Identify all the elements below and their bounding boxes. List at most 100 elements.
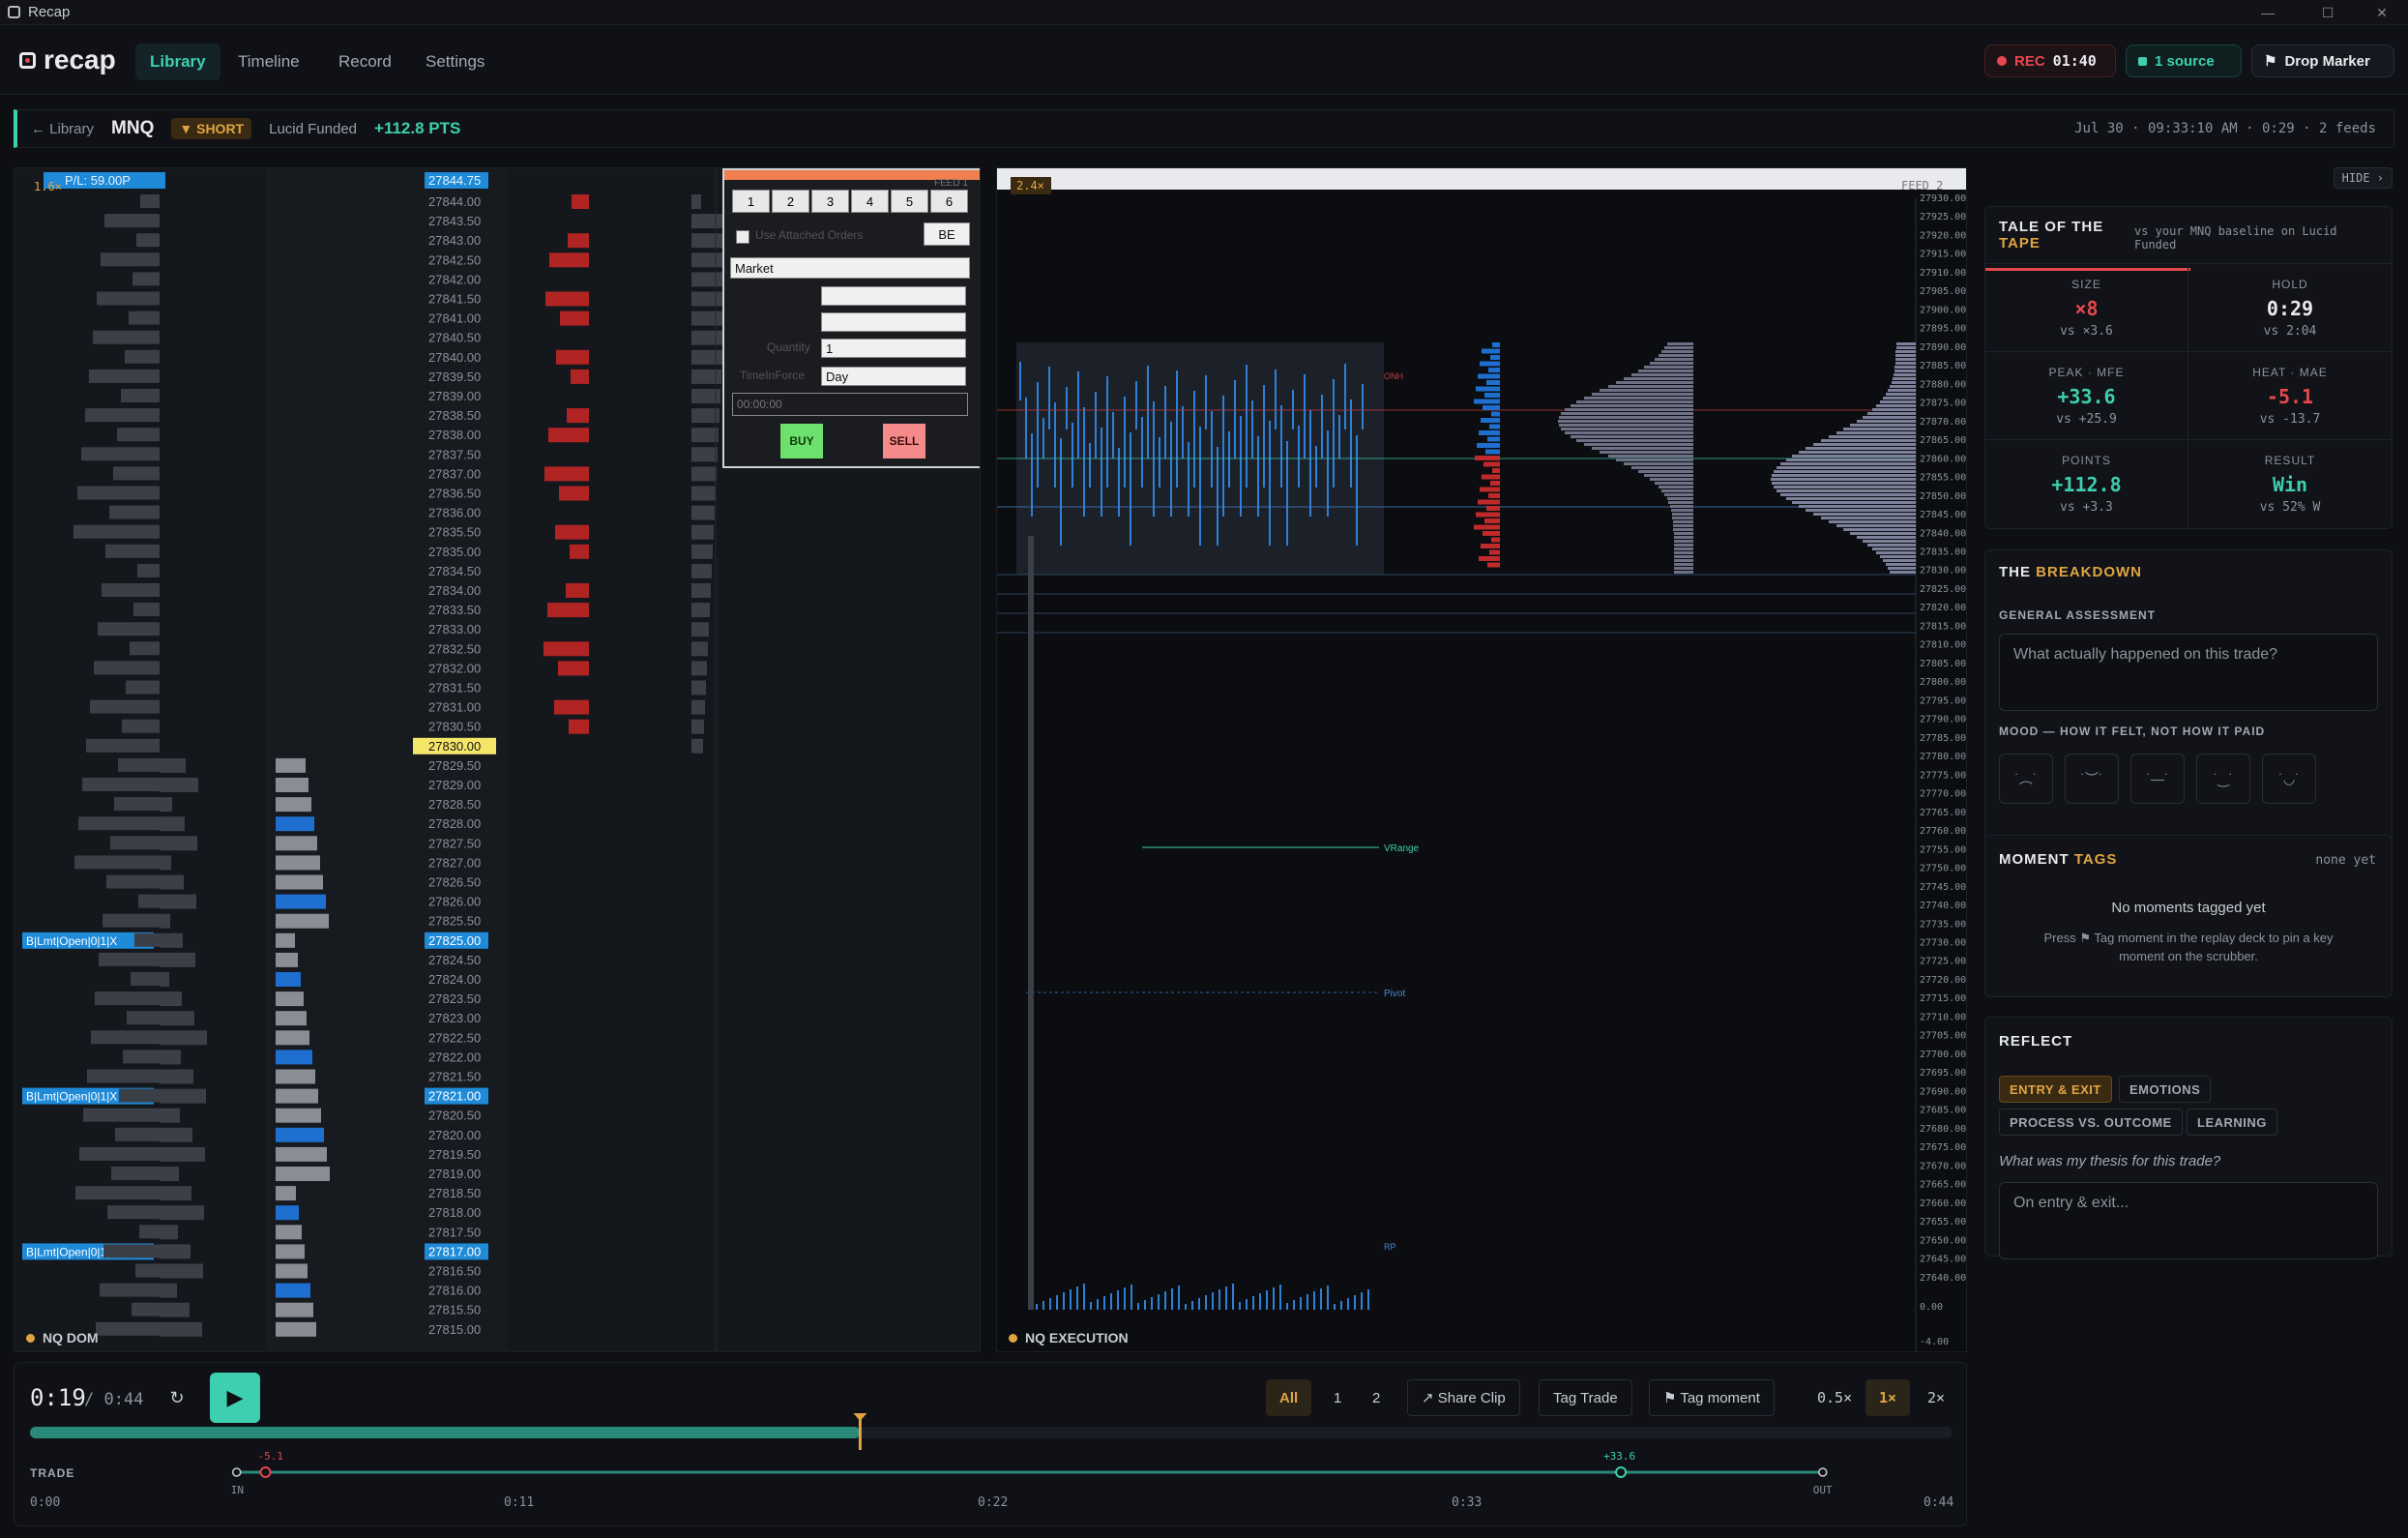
sub-axis-label: -4.00	[1920, 1337, 1949, 1347]
volume-histogram-bar	[1131, 1285, 1132, 1310]
volume-bar	[107, 1205, 160, 1220]
qty-button[interactable]: 2	[772, 190, 809, 213]
composite-profile-bar	[1806, 509, 1916, 512]
volume-histogram-bar	[1347, 1298, 1349, 1310]
volume-histogram-bar	[1320, 1288, 1322, 1310]
reflect-chip-process[interactable]: PROCESS VS. OUTCOME	[1999, 1109, 2183, 1136]
share-clip-button[interactable]: ↗ Share Clip	[1407, 1379, 1520, 1416]
dom-price: 27841.00	[428, 311, 481, 326]
composite-profile-bar	[1777, 489, 1916, 492]
composite-profile-bar	[1786, 458, 1916, 461]
recent-vol-bar	[691, 563, 712, 578]
stop-field[interactable]	[821, 312, 966, 332]
vrange-label: VRange	[1384, 843, 1420, 854]
price-axis-label: 27715.00	[1920, 993, 1966, 1004]
minimize-icon[interactable]: —	[2246, 0, 2290, 25]
order-type-select[interactable]: Market	[730, 257, 970, 279]
time-field[interactable]: 00:00:00	[732, 393, 968, 416]
sell-button[interactable]: SELL	[883, 424, 925, 458]
play-button[interactable]: ▶	[210, 1373, 260, 1423]
qty-button[interactable]: 1	[732, 190, 770, 213]
reflect-textarea[interactable]: On entry & exit...	[1999, 1182, 2378, 1259]
qty-button[interactable]: 6	[930, 190, 968, 213]
bid-bar	[276, 1146, 327, 1162]
drop-marker-button[interactable]: ⚑ Drop Marker	[2251, 44, 2394, 77]
source-button[interactable]: 1 source	[2126, 44, 2242, 77]
trade-pnl: +112.8 PTS	[374, 119, 461, 137]
volume-histogram-bar	[1036, 1304, 1038, 1310]
volume-bar	[81, 447, 160, 461]
price-axis-label: 27645.00	[1920, 1255, 1966, 1265]
quantity-field[interactable]: 1	[821, 339, 966, 358]
tag-trade-button[interactable]: Tag Trade	[1539, 1379, 1632, 1416]
account-name: Lucid Funded	[269, 120, 358, 137]
qty-button[interactable]: 5	[891, 190, 928, 213]
price-axis-label: 27680.00	[1920, 1124, 1966, 1135]
feed-filter-1[interactable]: 1	[1320, 1379, 1355, 1416]
back-to-library-link[interactable]: ← Library	[31, 121, 94, 137]
dom-price: 27828.00	[428, 816, 481, 831]
volume-bar	[95, 991, 160, 1006]
mfe-label: +33.6	[1603, 1450, 1635, 1463]
restart-icon[interactable]: ↻	[160, 1379, 194, 1416]
speed-1x[interactable]: 1×	[1865, 1379, 1911, 1416]
volume-bar	[89, 369, 160, 383]
mood-button-4[interactable]: ˙‿˙	[2196, 754, 2250, 804]
mae-marker	[259, 1466, 272, 1478]
tab-record[interactable]: Record	[324, 44, 406, 80]
price-axis-label: 27735.00	[1920, 919, 1966, 930]
assessment-textarea[interactable]: What actually happened on this trade?	[1999, 634, 2378, 711]
ask-bar	[558, 661, 589, 676]
hide-sidebar-button[interactable]: HIDE ›	[2333, 167, 2393, 189]
qty-button[interactable]: 4	[851, 190, 889, 213]
mood-button-1[interactable]: ˙︵˙	[1999, 754, 2053, 804]
close-icon[interactable]: ✕	[2360, 0, 2404, 25]
qty-button[interactable]: 3	[811, 190, 849, 213]
maximize-icon[interactable]: ☐	[2305, 0, 2350, 25]
bid-bar	[276, 1069, 315, 1084]
assessment-label: GENERAL ASSESSMENT	[1999, 608, 2157, 622]
tif-value: Day	[826, 369, 849, 384]
session-profile-bar	[1674, 555, 1693, 558]
app-logo[interactable]: recap	[19, 44, 116, 75]
tab-timeline[interactable]: Timeline	[223, 44, 314, 80]
tab-settings[interactable]: Settings	[411, 44, 499, 80]
working-order-tag: B|Lmt|Open|0|1|X	[26, 1090, 117, 1104]
rp-label: RP	[1384, 1242, 1396, 1252]
price-field[interactable]	[821, 286, 966, 306]
tab-library[interactable]: Library	[135, 44, 220, 80]
buy-button[interactable]: BUY	[780, 424, 823, 458]
recording-indicator[interactable]: REC 01:40	[1984, 44, 2116, 77]
composite-profile-bar	[1821, 517, 1916, 519]
tag-moment-button[interactable]: ⚑ Tag moment	[1649, 1379, 1775, 1416]
tape-stat: SIZE ×8 vs ×3.6	[1985, 263, 2188, 351]
attached-orders-checkbox[interactable]	[736, 230, 749, 244]
price-axis-label: 27660.00	[1920, 1198, 1966, 1209]
dom-price: 27824.00	[428, 972, 481, 987]
volume-bar	[119, 1088, 160, 1103]
speed-2x[interactable]: 2×	[1914, 1379, 1958, 1416]
tif-select[interactable]: Day	[821, 367, 966, 386]
mood-button-2[interactable]: ˙︶˙	[2065, 754, 2119, 804]
feed-filter-2[interactable]: 2	[1359, 1379, 1394, 1416]
mood-button-3[interactable]: ˙—˙	[2130, 754, 2185, 804]
session-profile-bar	[1674, 540, 1693, 543]
breakeven-button[interactable]: BE	[924, 222, 970, 246]
feed-filter-all[interactable]: All	[1266, 1379, 1312, 1416]
moment-count: none yet	[2315, 853, 2376, 868]
volume-histogram-bar	[1090, 1302, 1092, 1310]
mood-button-5[interactable]: ˙◡˙	[2262, 754, 2316, 804]
footprint-bar	[1478, 499, 1500, 505]
reflect-chip-entry-exit[interactable]: ENTRY & EXIT	[1999, 1076, 2112, 1103]
price-axis-label: 27745.00	[1920, 882, 1966, 893]
execution-chart[interactable]: 2.4× FEED 227930.00 27925.00 27920.00 27915.…	[997, 168, 1967, 1352]
reflect-chip-learning[interactable]: LEARNING	[2187, 1109, 2277, 1136]
session-profile-bar	[1664, 493, 1693, 496]
order-ticket: FEED 1 123456 Use Attached Orders BE Mar…	[722, 168, 980, 468]
speed-half[interactable]: 0.5×	[1804, 1379, 1865, 1416]
reflect-chip-emotions[interactable]: EMOTIONS	[2119, 1076, 2212, 1103]
composite-profile-bar	[1799, 451, 1916, 454]
bid-bar	[276, 1127, 324, 1142]
session-profile-bar	[1600, 389, 1693, 392]
volume-histogram-bar	[1178, 1286, 1180, 1310]
